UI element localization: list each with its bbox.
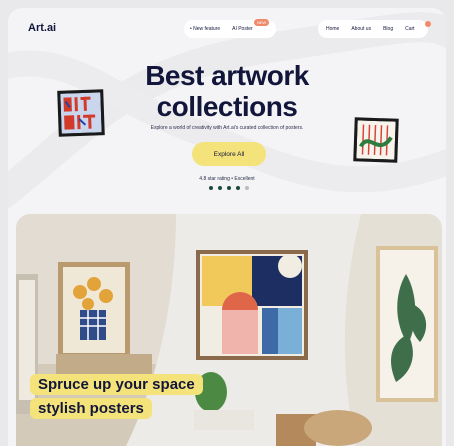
nav-links: Home About us Blog Cart [318,20,428,38]
ai-poster-link[interactable]: AI Poster [226,26,259,32]
top-nav: Art.ai • New feature AI Poster NEW Home … [8,8,446,48]
star-dot-icon [236,186,240,190]
nav-home[interactable]: Home [318,26,345,32]
nav-about[interactable]: About us [345,26,377,32]
new-feature-link[interactable]: • New feature [184,26,226,32]
star-dot-icon [209,186,213,190]
hero-title-line1: Best artwork [145,60,309,91]
hero-subtitle: Explore a world of creativity with Art.a… [150,125,304,131]
rating-dots [209,186,249,190]
star-dot-icon [218,186,222,190]
rating-text: 4.8 star rating • Excellent [199,176,255,182]
caption-line1: Spruce up your space [30,374,203,395]
cart-icon [425,21,431,27]
explore-all-button[interactable]: Explore All [192,142,266,166]
caption-line2: stylish posters [30,398,152,419]
star-dot-icon [245,186,249,190]
nav-blog[interactable]: Blog [377,26,399,32]
page: Art.ai • New feature AI Poster NEW Home … [8,8,446,446]
nav-cart[interactable]: Cart [399,26,420,32]
new-badge: NEW [254,19,270,26]
logo[interactable]: Art.ai [28,22,56,34]
star-dot-icon [227,186,231,190]
hero-title-line2: collections [156,91,298,122]
